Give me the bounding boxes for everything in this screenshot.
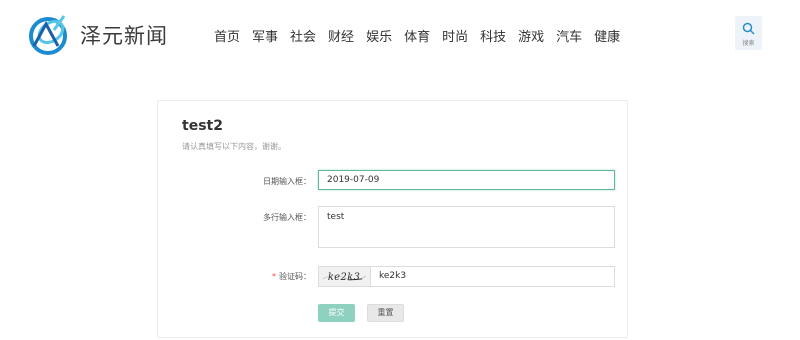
captcha-input[interactable]: ke2k3 bbox=[379, 267, 406, 286]
nav-item-fashion[interactable]: 时尚 bbox=[442, 26, 468, 45]
reset-button[interactable]: 重置 bbox=[367, 304, 404, 322]
search-button[interactable]: 搜索 bbox=[735, 16, 762, 50]
date-input[interactable]: 2019-07-09 bbox=[318, 170, 615, 190]
nav-item-home[interactable]: 首页 bbox=[214, 26, 240, 45]
search-icon bbox=[742, 22, 755, 35]
submit-button[interactable]: 提交 bbox=[318, 304, 355, 322]
nav-item-finance[interactable]: 财经 bbox=[328, 26, 354, 45]
site-header: 泽元新闻 首页 军事 社会 财经 娱乐 体育 时尚 科技 游戏 汽车 健康 搜索 bbox=[0, 0, 800, 72]
multiline-input[interactable]: test bbox=[318, 206, 615, 248]
form-card: test2 请认真填写以下内容，谢谢。 日期输入框： 2019-07-09 多行… bbox=[157, 100, 628, 338]
form-title: test2 bbox=[182, 118, 223, 134]
required-mark: * bbox=[272, 272, 276, 281]
nav-item-entertainment[interactable]: 娱乐 bbox=[366, 26, 392, 45]
textarea-label: 多行输入框： bbox=[263, 213, 311, 222]
main-nav: 首页 军事 社会 财经 娱乐 体育 时尚 科技 游戏 汽车 健康 bbox=[214, 26, 620, 45]
nav-item-sports[interactable]: 体育 bbox=[404, 26, 430, 45]
search-label: 搜索 bbox=[742, 40, 755, 47]
nav-item-military[interactable]: 军事 bbox=[252, 26, 278, 45]
logo-icon[interactable] bbox=[24, 10, 76, 58]
nav-item-health[interactable]: 健康 bbox=[594, 26, 620, 45]
date-label: 日期输入框： bbox=[263, 177, 311, 186]
form-subtitle: 请认真填写以下内容，谢谢。 bbox=[182, 142, 286, 151]
captcha-image[interactable]: ke2k3 bbox=[319, 267, 371, 286]
nav-item-society[interactable]: 社会 bbox=[290, 26, 316, 45]
nav-item-tech[interactable]: 科技 bbox=[480, 26, 506, 45]
site-name: 泽元新闻 bbox=[80, 24, 168, 48]
captcha-label: 验证码： bbox=[279, 272, 311, 281]
nav-item-auto[interactable]: 汽车 bbox=[556, 26, 582, 45]
captcha-field: ke2k3 ke2k3 bbox=[318, 266, 615, 287]
captcha-label-row: * 验证码： bbox=[231, 271, 311, 282]
captcha-image-text: ke2k3 bbox=[328, 272, 361, 283]
nav-item-games[interactable]: 游戏 bbox=[518, 26, 544, 45]
